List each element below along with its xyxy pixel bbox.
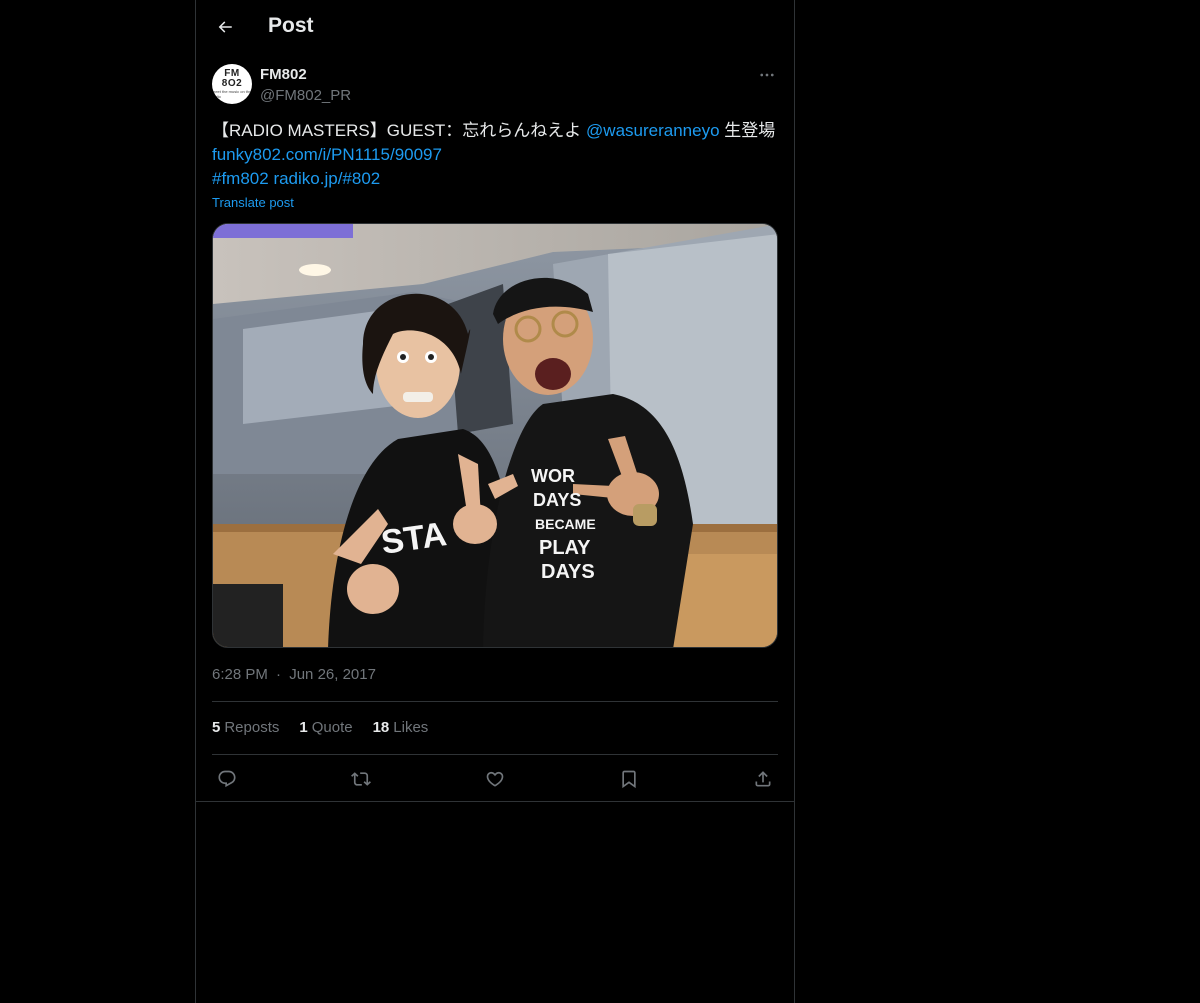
reply-button[interactable] <box>213 765 241 793</box>
post-column: Post FM 8O2 meet the music on the radio … <box>195 0 795 1003</box>
quotes-stat[interactable]: 1 Quote <box>299 719 352 739</box>
likes-stat[interactable]: 18 Likes <box>373 719 429 739</box>
radiko-link[interactable]: radiko.jp/#802 <box>273 169 380 188</box>
like-button[interactable] <box>481 765 509 793</box>
quotes-count: 1 <box>299 719 308 736</box>
post-text-line2: funky802.com/i/PN1115/90097 <box>212 143 778 167</box>
post-text: 【RADIO MASTERS】GUEST：忘れらんねえよ @wasurerann… <box>212 119 778 191</box>
repost-icon <box>351 769 371 789</box>
likes-label: Likes <box>393 719 429 736</box>
post-actions <box>212 765 778 793</box>
more-button[interactable] <box>756 64 778 86</box>
author-name[interactable]: FM802 <box>260 66 307 83</box>
avatar-logo-line3: meet the music on the radio <box>212 89 252 99</box>
mention-link[interactable]: @wasureranneyo <box>586 121 720 140</box>
timestamp-separator: · <box>276 666 282 683</box>
share-button[interactable] <box>749 765 777 793</box>
page-title: Post <box>268 14 314 37</box>
heart-icon <box>485 769 505 789</box>
svg-text:DAYS: DAYS <box>533 490 581 510</box>
url-link[interactable]: funky802.com/i/PN1115/90097 <box>212 145 442 164</box>
svg-text:DAYS: DAYS <box>541 561 595 583</box>
photo-illustration: STA WOR DAYS BECAME PLAY DAYS <box>213 224 777 647</box>
divider <box>212 701 778 702</box>
arrow-left-icon <box>216 18 234 36</box>
avatar[interactable]: FM 8O2 meet the music on the radio <box>212 64 252 104</box>
back-button[interactable] <box>208 10 242 44</box>
avatar-logo-line2: 8O2 <box>221 78 243 89</box>
translate-post-link[interactable]: Translate post <box>212 195 294 210</box>
post-header: Post <box>196 0 794 53</box>
post-date[interactable]: Jun 26, 2017 <box>289 666 376 683</box>
post-stats: 5 Reposts 1 Quote 18 Likes <box>212 719 428 739</box>
quotes-label: Quote <box>311 719 353 736</box>
divider <box>212 754 778 755</box>
reposts-stat[interactable]: 5 Reposts <box>212 719 279 739</box>
likes-count: 18 <box>372 719 390 736</box>
share-icon <box>753 769 773 789</box>
hashtag-link[interactable]: #fm802 <box>212 169 269 188</box>
reply-icon <box>217 769 237 789</box>
post-time[interactable]: 6:28 PM <box>212 666 268 683</box>
post-text-line1: 【RADIO MASTERS】GUEST：忘れらんねえよ @wasurerann… <box>212 119 778 143</box>
divider <box>196 801 794 802</box>
svg-text:PLAY: PLAY <box>539 537 591 559</box>
bookmark-icon <box>619 769 639 789</box>
reposts-label: Reposts <box>224 719 280 736</box>
svg-text:WOR: WOR <box>531 466 575 486</box>
post-photo[interactable]: STA WOR DAYS BECAME PLAY DAYS <box>212 223 778 648</box>
svg-text:BECAME: BECAME <box>535 516 596 532</box>
post-text-prefix: 【RADIO MASTERS】GUEST：忘れらんねえよ <box>212 121 587 140</box>
post-author: FM 8O2 meet the music on the radio FM802… <box>212 64 778 108</box>
post-text-line3: #fm802 radiko.jp/#802 <box>212 167 778 191</box>
post-text-suffix: 生登場 <box>719 121 776 140</box>
author-handle[interactable]: @FM802_PR <box>260 87 351 104</box>
reposts-count: 5 <box>212 719 221 736</box>
post-timestamp: 6:28 PM · Jun 26, 2017 <box>212 666 376 683</box>
more-horizontal-icon <box>758 66 776 84</box>
repost-button[interactable] <box>347 765 375 793</box>
bookmark-button[interactable] <box>615 765 643 793</box>
